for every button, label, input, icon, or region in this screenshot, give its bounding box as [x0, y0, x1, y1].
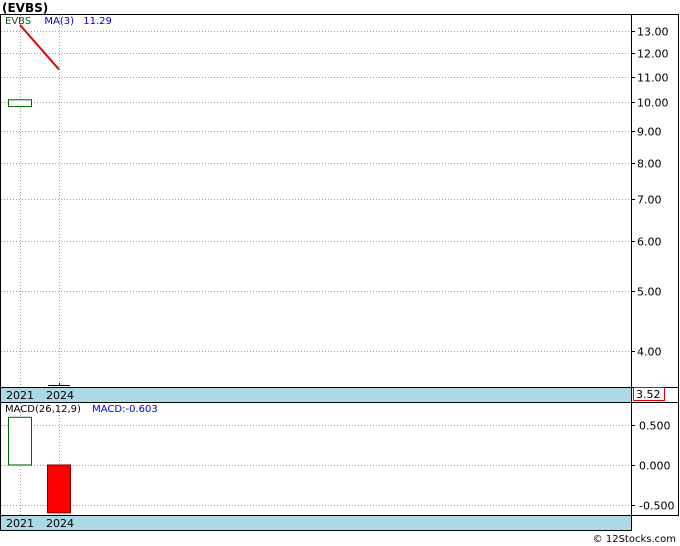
macd-gridlines: [1, 403, 631, 515]
candle-2021: [8, 99, 32, 108]
price-panel-frame: [0, 14, 679, 388]
price-tick-label: 6.00: [637, 236, 662, 249]
price-tick-label: 7.00: [637, 194, 662, 207]
price-x-label-2024: 2024: [46, 389, 74, 402]
macd-plot: [8, 416, 71, 514]
price-x-label-2021: 2021: [6, 389, 34, 402]
ticker-legend: EVBS MA(3) 11.29: [5, 16, 112, 27]
macd-legend-value: MACD:-0.603: [92, 404, 158, 415]
price-gridlines: [1, 15, 631, 386]
price-tick-label: 12.00: [637, 48, 669, 61]
ticker-legend-label: EVBS: [5, 16, 31, 27]
copyright-text: © 12Stocks.com: [593, 534, 676, 545]
macd-tick-label: -0.500: [639, 500, 674, 513]
price-plot: [8, 24, 70, 386]
price-tick-label: 9.00: [637, 126, 662, 139]
price-tick-label: 10.00: [637, 97, 669, 110]
macd-y-axis: 0.500 0.000 -0.500: [631, 420, 674, 513]
price-tick-label: 13.00: [637, 26, 669, 39]
ma-legend-value: 11.29: [83, 16, 112, 27]
macd-bar-2021: [8, 416, 32, 466]
macd-bar-2024: [47, 464, 71, 514]
stock-chart: (EVBS) 4.00 5.00 6.00 7.00 8.00 9.00 10.00 11.0…: [0, 0, 680, 546]
ma-line: [19, 24, 60, 71]
chart-canvas: (EVBS) 4.00 5.00 6.00 7.00 8.00 9.00 10.00 11.0…: [0, 1, 679, 545]
macd-x-label-2024: 2024: [46, 517, 74, 530]
price-tick-label: 5.00: [637, 286, 662, 299]
ma-legend-label: MA(3): [44, 16, 74, 27]
macd-tick-label: 0.500: [639, 420, 671, 433]
price-y-axis: 4.00 5.00 6.00 7.00 8.00 9.00 10.00 11.00 12.00 1…: [631, 26, 669, 359]
price-tick-label: 8.00: [637, 158, 662, 171]
macd-x-axis-band: [0, 515, 632, 531]
price-x-axis-band: [0, 387, 632, 403]
price-tick-label: 4.00: [637, 346, 662, 359]
macd-panel-frame: [0, 402, 679, 516]
macd-legend: MACD(26,12,9) MACD:-0.603: [5, 404, 158, 415]
price-tick-label: 11.00: [637, 72, 669, 85]
chart-title: (EVBS): [2, 1, 48, 15]
last-price-label: 3.52: [636, 388, 661, 401]
macd-legend-label: MACD(26,12,9): [5, 404, 81, 415]
macd-tick-label: 0.000: [639, 460, 671, 473]
macd-x-label-2021: 2021: [6, 517, 34, 530]
